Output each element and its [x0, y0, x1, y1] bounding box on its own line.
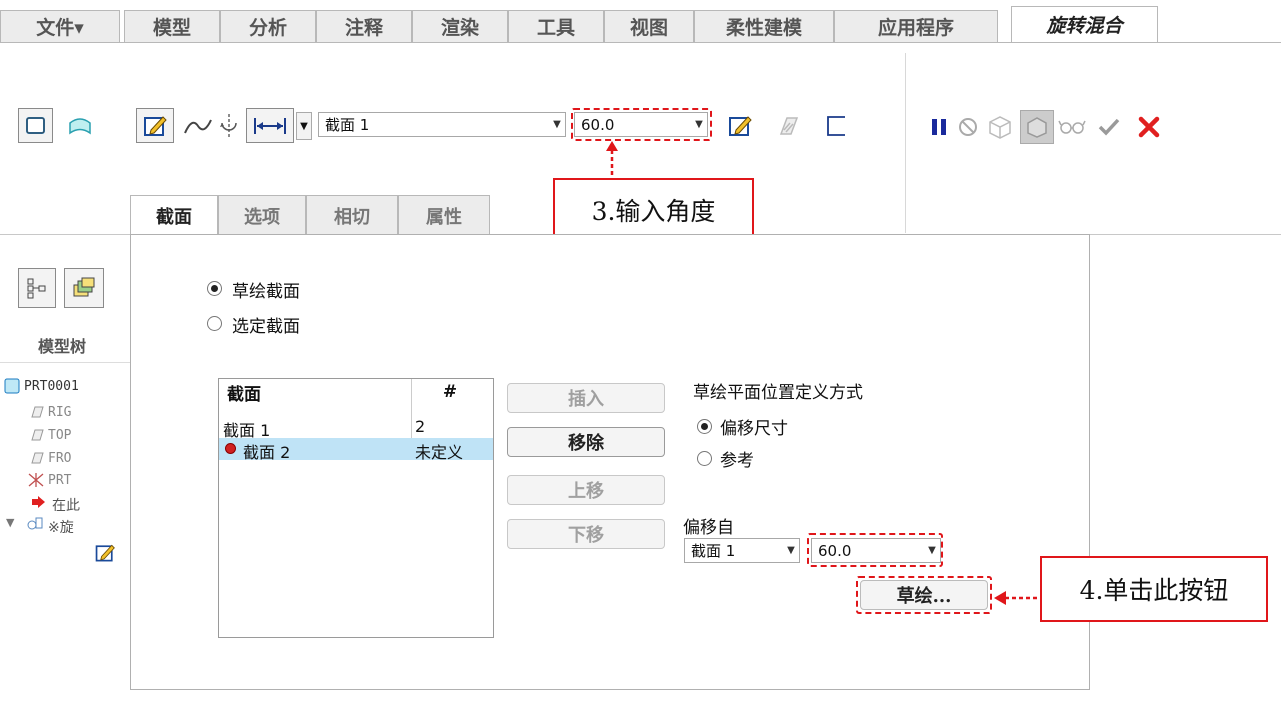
section-select-value: 截面 1	[325, 116, 370, 134]
no-preview-icon[interactable]	[955, 112, 981, 142]
thicken-icon[interactable]	[770, 108, 805, 143]
radio-sketched-section[interactable]	[207, 281, 222, 296]
tree-item-insert-here[interactable]: 在此	[52, 495, 80, 515]
tab-tangency[interactable]: 相切	[306, 195, 398, 235]
chevron-down-icon: ▼	[787, 545, 795, 556]
model-tree-icon[interactable]	[18, 268, 56, 308]
table-row[interactable]: 截面 2 未定义	[219, 438, 493, 462]
offset-angle-highlight	[807, 533, 943, 567]
sketch-plane-definition-label: 草绘平面位置定义方式	[693, 383, 863, 403]
layers-icon[interactable]	[64, 268, 104, 308]
row-section-value: 未定义	[415, 443, 464, 462]
sketch-button-highlight	[856, 576, 992, 614]
row-section-name: 截面 2	[243, 443, 291, 462]
angle-highlight	[571, 108, 712, 141]
preview-geometry-icon[interactable]	[983, 110, 1017, 144]
tree-item-csys[interactable]: PRT	[48, 473, 71, 488]
tab-tools[interactable]: 工具	[508, 10, 604, 42]
tab-rotational-blend[interactable]: 旋转混合	[1011, 6, 1158, 42]
tree-item-revolve-blend[interactable]: ※旋	[48, 517, 74, 537]
insert-here-icon	[30, 494, 46, 510]
callout-arrow-up	[606, 141, 618, 176]
move-down-button[interactable]: 下移	[507, 519, 665, 549]
tab-flexible-modeling[interactable]: 柔性建模	[694, 10, 834, 42]
section-select[interactable]: 截面 1 ▼	[318, 112, 566, 137]
sketch-edit-icon[interactable]	[722, 108, 757, 143]
glasses-icon[interactable]	[1056, 112, 1088, 142]
sketch-edit-icon	[92, 540, 118, 566]
coordinate-system-icon	[26, 470, 46, 490]
insert-button[interactable]: 插入	[507, 383, 665, 413]
curve-icon[interactable]	[182, 110, 214, 142]
verify-icon[interactable]	[1020, 110, 1054, 144]
tab-view[interactable]: 视图	[604, 10, 694, 42]
row-section-value: 2	[415, 417, 426, 436]
tab-render[interactable]: 渲染	[412, 10, 508, 42]
tab-file[interactable]: 文件▾	[0, 10, 120, 42]
callout-arrow-left	[994, 591, 1040, 605]
offset-from-label: 偏移自	[683, 518, 734, 538]
tab-properties[interactable]: 属性	[398, 195, 490, 235]
label-selected-section: 选定截面	[232, 317, 300, 337]
datum-plane-icon	[28, 404, 44, 420]
sketch-edit-icon[interactable]	[136, 108, 174, 143]
pause-icon[interactable]	[925, 112, 953, 142]
tab-applications[interactable]: 应用程序	[834, 10, 998, 42]
radio-selected-section[interactable]	[207, 316, 222, 331]
menu-bar: 文件▾ 模型 分析 注释 渲染 工具 视图 柔性建模 应用程序 旋转混合	[0, 0, 1281, 46]
label-reference: 参考	[720, 451, 754, 471]
radio-reference[interactable]	[697, 451, 712, 466]
dimension-icon[interactable]	[246, 108, 294, 143]
callout-enter-angle: 3.输入角度	[553, 178, 754, 241]
surface-icon[interactable]	[62, 108, 97, 143]
close-icon[interactable]	[1132, 110, 1166, 144]
move-up-button[interactable]: 上移	[507, 475, 665, 505]
column-header-number: #	[415, 379, 485, 405]
sections-table[interactable]: 截面 # 截面 1 2 截面 2 未定义	[218, 378, 494, 638]
offset-from-value: 截面 1	[691, 542, 736, 560]
tab-analysis[interactable]: 分析	[220, 10, 316, 42]
datum-plane-icon	[28, 450, 44, 466]
solid-icon[interactable]	[18, 108, 53, 143]
tree-item-top[interactable]: TOP	[48, 428, 71, 443]
tab-annotate[interactable]: 注释	[316, 10, 412, 42]
check-icon[interactable]	[1094, 112, 1124, 142]
tab-options[interactable]: 选项	[218, 195, 306, 235]
model-tree-title: 模型树	[38, 337, 87, 356]
ribbon-separator	[905, 53, 906, 233]
datum-plane-icon	[28, 427, 44, 443]
callout-click-button: 4.单击此按钮	[1040, 556, 1268, 622]
label-offset-dimension: 偏移尺寸	[720, 419, 788, 439]
offset-from-select[interactable]: 截面 1 ▼	[684, 538, 800, 563]
tab-model[interactable]: 模型	[124, 10, 220, 42]
part-icon	[4, 378, 20, 394]
open-sketch-icon[interactable]	[818, 108, 853, 143]
table-row[interactable]: 截面 1 2	[219, 416, 493, 440]
revolve-axis-icon[interactable]	[214, 108, 244, 143]
undefined-status-icon	[225, 443, 236, 454]
revolve-feature-icon	[26, 514, 46, 532]
tab-sections[interactable]: 截面	[130, 195, 218, 235]
tree-item-part[interactable]: PRT0001	[24, 379, 79, 394]
label-sketched-section: 草绘截面	[232, 282, 300, 302]
chevron-down-icon[interactable]: ▼	[296, 112, 312, 140]
remove-button[interactable]: 移除	[507, 427, 665, 457]
tree-item-front[interactable]: FRO	[48, 451, 71, 466]
chevron-down-icon[interactable]: ▼	[6, 516, 14, 529]
column-header-section: 截面	[227, 379, 407, 405]
tree-item-right[interactable]: RIG	[48, 405, 71, 420]
tree-divider	[0, 362, 130, 363]
chevron-down-icon: ▼	[553, 119, 561, 130]
radio-offset-dimension[interactable]	[697, 419, 712, 434]
